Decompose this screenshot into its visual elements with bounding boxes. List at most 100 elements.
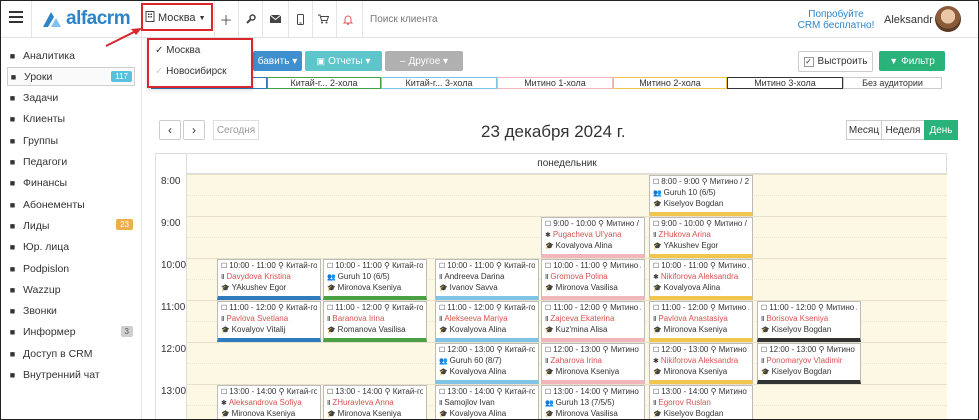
sidebar-item[interactable]: ■ Группы: [7, 131, 135, 150]
phone-icon[interactable]: [291, 10, 309, 28]
sidebar-item[interactable]: ■ Финансы: [7, 174, 135, 193]
room-tab[interactable]: Митино 2-хола: [613, 77, 727, 89]
filter-button[interactable]: ▼ Фильтр: [879, 51, 945, 71]
branch-option[interactable]: ✓ Москва: [155, 45, 200, 56]
sidebar-item[interactable]: ■ Информер 3: [7, 323, 135, 342]
align-button[interactable]: ✓ Выстроить: [798, 51, 873, 72]
event-text: 12:00 - 13:00 ⚲ Митино / 3-хо: [769, 345, 857, 354]
event-teacher: 🎓 Mironova Kseniya: [653, 325, 749, 336]
event-teacher: 🎓 Kovalyova Alina: [545, 241, 641, 252]
promo-link[interactable]: Попробуйте CRM бесплатно!: [791, 9, 881, 31]
bell-icon[interactable]: [339, 10, 357, 28]
sidebar-item[interactable]: ■ Лиды 23: [7, 216, 135, 235]
room-tab[interactable]: Митино 1-хола: [497, 77, 613, 89]
user-name[interactable]: Aleksandr: [884, 14, 933, 26]
event-time: ☐ 8:00 - 9:00 ⚲ Митино / 2-хола: [653, 177, 749, 188]
sidebar-item[interactable]: ■ Клиенты: [7, 110, 135, 129]
event-teacher: 🎓 Mironova Kseniya: [221, 409, 317, 419]
room-tab[interactable]: Без аудитории: [843, 77, 942, 89]
lesson-event[interactable]: ☐ 10:00 - 11:00 ⚲ Китай-город /Ⅱ Davydov…: [217, 259, 321, 300]
room-tab[interactable]: Китай-г... 3-хола: [381, 77, 497, 89]
sidebar-item[interactable]: ■ Юр. лица: [7, 238, 135, 257]
logo[interactable]: alfacrm: [41, 8, 131, 29]
event-teacher: 🎓 Kuz'mina Alisa: [545, 325, 641, 336]
reports-button[interactable]: ▣ Отчеты ▾: [305, 51, 382, 71]
today-button[interactable]: Сегодня: [213, 120, 259, 140]
lesson-event[interactable]: ☐ 9:00 - 10:00 ⚲ Митино / 1-хол✱ Pugache…: [541, 217, 645, 258]
sidebar-item[interactable]: ■ Педагоги: [7, 153, 135, 172]
lesson-event[interactable]: ☐ 11:00 - 12:00 ⚲ Митино / 3-хоⅡ Borisov…: [757, 301, 861, 342]
sidebar-item[interactable]: ■ Аналитика: [7, 46, 135, 65]
branch-option[interactable]: ✓ Новосибирск: [155, 66, 227, 77]
lesson-event[interactable]: ☐ 10:00 - 11:00 ⚲ Митино / 1-холⅡ Gromov…: [541, 259, 645, 300]
checkbox-icon: ☐: [439, 305, 448, 312]
event-text: Mironova Vasilisa: [555, 283, 618, 292]
add-button[interactable]: бавить ▾: [253, 51, 302, 71]
event-text: 11:00 - 12:00 ⚲ Митино / 1-хол: [553, 303, 641, 312]
lesson-event[interactable]: ☐ 10:00 - 11:00 ⚲ Митино / 2-хол✱ Nikifo…: [649, 259, 753, 300]
room-tab[interactable]: Митино 3-хола: [727, 77, 843, 89]
avatar[interactable]: [935, 6, 961, 32]
lesson-event[interactable]: ☐ 10:00 - 11:00 ⚲ Китай-город /👥 Guruh 1…: [323, 259, 427, 300]
next-day-button[interactable]: ›: [183, 120, 205, 140]
sidebar-item-label: Финансы: [23, 177, 68, 190]
mail-icon[interactable]: [266, 10, 284, 28]
graduation-cap-icon: 🎓: [439, 369, 450, 376]
lesson-event[interactable]: ☐ 13:00 - 14:00 ⚲ Китай-город /Ⅱ ZHuravl…: [323, 385, 427, 419]
lesson-event[interactable]: ☐ 11:00 - 12:00 ⚲ Митино / 2-холⅡ Pavlov…: [649, 301, 753, 342]
sidebar-item[interactable]: ■ Уроки 117: [7, 67, 135, 87]
building-icon: [145, 11, 155, 25]
graduation-cap-icon: 🎓: [327, 285, 338, 292]
prev-day-button[interactable]: ‹: [159, 120, 181, 140]
event-time: ☐ 12:00 - 13:00 ⚲ Митино / 3-хо: [761, 345, 857, 356]
view-day-button[interactable]: День: [924, 120, 958, 140]
sidebar-item[interactable]: ■ Абонементы: [7, 195, 135, 214]
sidebar-item[interactable]: ■ Wazzup: [7, 280, 135, 299]
event-student: Ⅱ Egorov Ruslan: [653, 398, 749, 409]
sidebar-item[interactable]: ■ Доступ в CRM: [7, 344, 135, 363]
sidebar-item[interactable]: ■ Звонки: [7, 302, 135, 321]
menu-icon[interactable]: [9, 11, 23, 23]
lesson-event[interactable]: ☐ 13:00 - 14:00 ⚲ Митино / 1-хол👥 Guruh …: [541, 385, 645, 419]
event-text: Kovalyova Alina: [449, 367, 507, 376]
event-text: Kiselyov Bogdan: [771, 367, 832, 376]
branch-selector[interactable]: Москва ▼: [145, 11, 206, 25]
lesson-event[interactable]: ☐ 10:00 - 11:00 ⚲ Китай-город /Ⅱ Andreev…: [435, 259, 539, 300]
graduation-cap-icon: 🎓: [545, 369, 556, 376]
lesson-event[interactable]: ☐ 11:00 - 12:00 ⚲ Китай-город /Ⅱ Baranov…: [323, 301, 427, 342]
lesson-event[interactable]: ☐ 11:00 - 12:00 ⚲ Митино / 1-холⅡ Zajcev…: [541, 301, 645, 342]
lesson-event[interactable]: ☐ 11:00 - 12:00 ⚲ Китай-город /Ⅱ Aleksee…: [435, 301, 539, 342]
lesson-event[interactable]: ☐ 9:00 - 10:00 ⚲ Митино / 2-холаⅡ ZHukov…: [649, 217, 753, 258]
client-search-input[interactable]: Поиск клиента: [370, 14, 438, 25]
view-month-button[interactable]: Месяц: [846, 120, 882, 140]
sidebar-item-label: Wazzup: [23, 283, 61, 296]
event-student: 👥 Guruh 13 (7/5/5): [545, 398, 641, 409]
lesson-event[interactable]: ☐ 13:00 - 14:00 ⚲ Китай-город /✱ Aleksan…: [217, 385, 321, 419]
calendar-body[interactable]: ☐ 8:00 - 9:00 ⚲ Митино / 2-хола 👥 Guruh 1…: [186, 174, 947, 419]
lesson-event[interactable]: ☐ 13:00 - 14:00 ⚲ Митино / 2-холⅡ Egorov…: [649, 385, 753, 419]
lesson-event[interactable]: ☐ 12:00 - 13:00 ⚲ Митино / 2-хол✱ Nikifo…: [649, 343, 753, 384]
sidebar-item-label: Аналитика: [23, 49, 75, 62]
cart-icon[interactable]: [314, 10, 332, 28]
sidebar-item[interactable]: ■ Podpislon: [7, 259, 135, 278]
event-teacher: 🎓 Mironova Kseniya: [653, 367, 749, 378]
other-button[interactable]: ‒ Другое ▾: [385, 51, 463, 71]
sidebar-item[interactable]: ■ Задачи: [7, 89, 135, 108]
room-tab[interactable]: Китай-г... 2-хола: [267, 77, 381, 89]
sidebar-item[interactable]: ■ Внутренний чат: [7, 366, 135, 385]
lesson-event[interactable]: ☐ 12:00 - 13:00 ⚲ Митино / 3-хоⅡ Ponomar…: [757, 343, 861, 384]
lesson-event[interactable]: ☐ 12:00 - 13:00 ⚲ Китай-город /👥 Guruh 6…: [435, 343, 539, 384]
sidebar-item-label: Доступ в CRM: [23, 347, 93, 360]
event-student: ✱ Pugacheva Ul'yana: [545, 230, 641, 241]
reports-button-label: Отчеты ▾: [328, 55, 371, 67]
lesson-event[interactable]: ☐ 11:00 - 12:00 ⚲ Китай-город /Ⅱ Pavlova…: [217, 301, 321, 342]
lesson-event[interactable]: ☐ 8:00 - 9:00 ⚲ Митино / 2-хола👥 Guruh 1…: [649, 175, 753, 216]
event-student: ✱ Aleksandrova Sofiya: [221, 398, 317, 409]
lesson-event[interactable]: ☐ 12:00 - 13:00 ⚲ Митино / 1-холⅡ Zaharo…: [541, 343, 645, 384]
event-text: Zaharova Irina: [550, 356, 602, 365]
lesson-event[interactable]: ☐ 13:00 - 14:00 ⚲ Китай-город /Ⅱ Samojlo…: [435, 385, 539, 419]
plus-icon[interactable]: ＋: [217, 10, 235, 28]
wrench-icon[interactable]: [241, 10, 259, 28]
view-week-button[interactable]: Неделя: [881, 120, 925, 140]
event-teacher: 🎓 Kiselyov Bogdan: [761, 325, 857, 336]
